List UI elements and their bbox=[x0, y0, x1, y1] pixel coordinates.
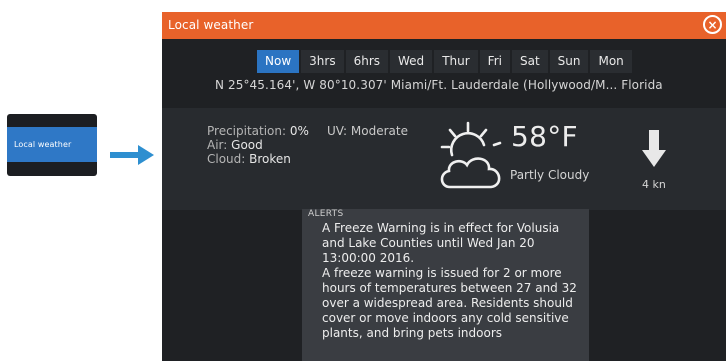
title-bar: Local weather × bbox=[162, 12, 726, 39]
alerts-heading: ALERTS bbox=[308, 209, 344, 219]
alerts-text: A Freeze Warning is in effect for Volusi… bbox=[322, 221, 577, 340]
menu-item-label: Local weather bbox=[14, 140, 72, 149]
wind-speed: 4 kn bbox=[642, 178, 666, 191]
wind-direction-arrow-icon bbox=[642, 130, 666, 167]
uv-label: UV: bbox=[327, 124, 348, 138]
panel-title: Local weather bbox=[168, 18, 254, 32]
alerts-box[interactable]: ALERTS A Freeze Warning is in effect for… bbox=[302, 209, 589, 361]
tab-6hrs[interactable]: 6hrs bbox=[345, 50, 389, 73]
cloud-value: Broken bbox=[249, 152, 291, 166]
tab-mon[interactable]: Mon bbox=[590, 50, 632, 73]
menu-callout: Local weather bbox=[7, 114, 97, 176]
condition-text: Partly Cloudy bbox=[510, 168, 590, 182]
location-text: N 25°45.164', W 80°10.307' Miami/Ft. Lau… bbox=[215, 78, 663, 92]
close-button[interactable]: × bbox=[703, 15, 722, 34]
forecast-tabs: Now 3hrs 6hrs Wed Thur Fri Sat Sun Mon bbox=[257, 50, 634, 73]
tab-thur[interactable]: Thur bbox=[434, 50, 478, 73]
partly-cloudy-icon bbox=[440, 121, 502, 189]
close-icon: × bbox=[707, 17, 718, 32]
tab-sat[interactable]: Sat bbox=[511, 50, 548, 73]
local-weather-panel: Local weather × Now 3hrs 6hrs Wed Thur Fri Sat… bbox=[162, 12, 726, 361]
tab-wed[interactable]: Wed bbox=[390, 50, 433, 73]
precipitation-value: 0% bbox=[289, 124, 309, 138]
tab-now[interactable]: Now bbox=[257, 50, 300, 73]
tab-fri[interactable]: Fri bbox=[479, 50, 510, 73]
tab-3hrs[interactable]: 3hrs bbox=[301, 50, 344, 73]
air-label: Air: bbox=[207, 138, 228, 152]
temperature: 58°F bbox=[511, 120, 578, 153]
current-conditions: Precipitation: 0% Air: Good Cloud: Broke… bbox=[162, 108, 726, 210]
uv-value: Moderate bbox=[350, 124, 408, 138]
right-arrow-icon bbox=[110, 145, 154, 165]
weather-stats: Precipitation: 0% Air: Good Cloud: Broke… bbox=[207, 124, 309, 166]
local-weather-menu-item[interactable]: Local weather bbox=[7, 127, 97, 162]
cloud-label: Cloud: bbox=[207, 152, 246, 166]
air-value: Good bbox=[231, 138, 263, 152]
precipitation-label: Precipitation: bbox=[207, 124, 287, 138]
uv-index: UV: Moderate bbox=[327, 124, 408, 138]
tab-sun[interactable]: Sun bbox=[549, 50, 589, 73]
